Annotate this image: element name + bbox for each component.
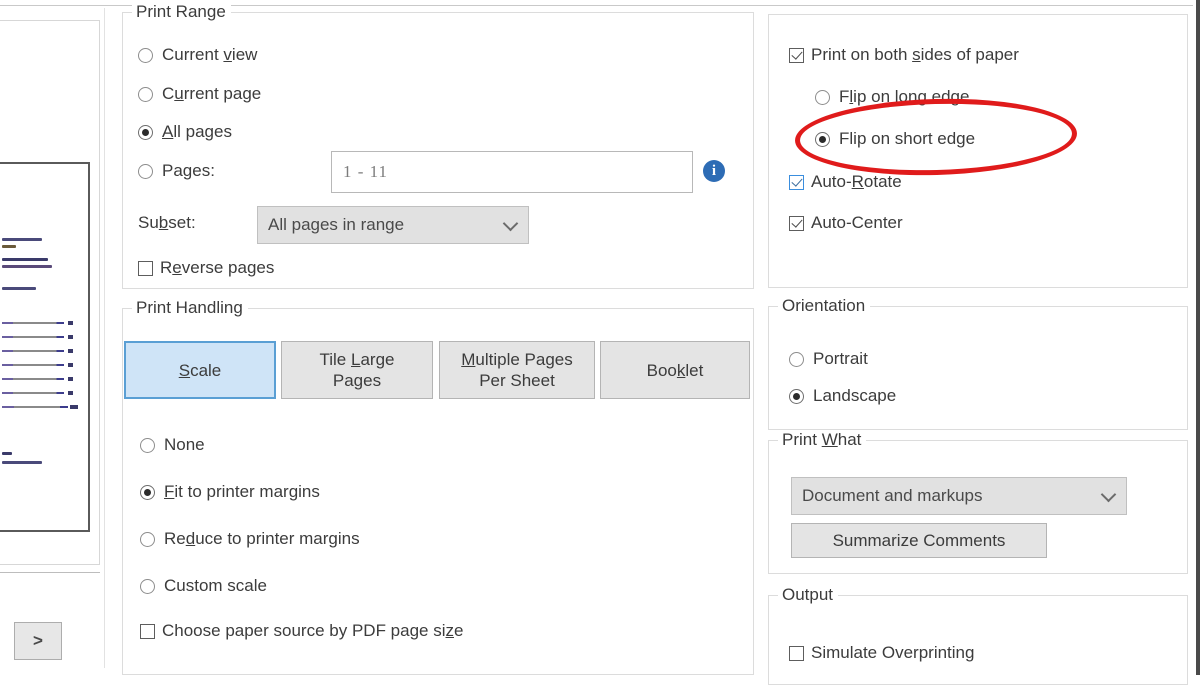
tab-tile-large-pages-label: Tile Large Pages — [319, 350, 395, 390]
radio-flip-long-edge-label: Flip on long edge — [839, 87, 970, 106]
radio-none-label: None — [164, 435, 205, 454]
checkbox-print-both-sides-label: Print on both sides of paper — [811, 45, 1019, 64]
checkbox-indicator[interactable] — [789, 47, 804, 63]
radio-indicator[interactable] — [138, 163, 153, 179]
column-separator — [104, 8, 105, 668]
radio-fit-to-printer-margins[interactable]: Fit to printer margins — [140, 482, 320, 502]
radio-indicator[interactable] — [140, 437, 155, 453]
print-range-title: Print Range — [132, 2, 231, 22]
checkbox-auto-rotate-label: Auto-Rotate — [811, 172, 902, 191]
radio-current-view[interactable]: Current view — [138, 45, 257, 65]
subset-dropdown-value: All pages in range — [268, 215, 405, 234]
preview-bottom-divider — [0, 572, 100, 573]
radio-fit-to-printer-margins-label: Fit to printer margins — [164, 482, 320, 501]
checkbox-auto-center-label: Auto-Center — [811, 213, 903, 232]
tab-booklet-label: Booklet — [646, 360, 704, 380]
radio-indicator[interactable] — [815, 131, 830, 147]
radio-indicator[interactable] — [815, 89, 830, 105]
preview-column: > — [0, 10, 100, 660]
summarize-comments-label: Summarize Comments — [832, 531, 1006, 550]
radio-indicator[interactable] — [789, 388, 804, 404]
radio-indicator[interactable] — [138, 47, 153, 63]
subset-dropdown[interactable]: All pages in range — [257, 206, 529, 244]
print-what-title: Print What — [778, 430, 867, 450]
checkbox-indicator[interactable] — [138, 260, 153, 276]
print-handling-title: Print Handling — [132, 298, 248, 318]
radio-indicator[interactable] — [138, 124, 153, 140]
checkbox-indicator[interactable] — [789, 174, 804, 190]
summarize-comments-button[interactable]: Summarize Comments — [791, 523, 1047, 558]
tab-tile-large-pages[interactable]: Tile Large Pages — [281, 341, 433, 399]
print-what-dropdown-value: Document and markups — [802, 486, 983, 505]
radio-indicator[interactable] — [140, 484, 155, 500]
checkbox-indicator[interactable] — [140, 623, 155, 639]
radio-flip-short-edge[interactable]: Flip on short edge — [815, 129, 975, 149]
tab-scale-label: Scale — [178, 360, 222, 380]
output-title: Output — [778, 585, 839, 605]
radio-all-pages[interactable]: All pages — [138, 122, 232, 142]
radio-reduce-to-printer-margins-label: Reduce to printer margins — [164, 529, 360, 548]
checkbox-simulate-overprinting-label: Simulate Overprinting — [811, 643, 975, 662]
radio-custom-scale-label: Custom scale — [164, 576, 267, 595]
checkbox-choose-paper-source-label: Choose paper source by PDF page size — [162, 621, 464, 640]
radio-all-pages-label: All pages — [162, 122, 232, 141]
radio-custom-scale[interactable]: Custom scale — [140, 576, 267, 596]
radio-indicator[interactable] — [140, 578, 155, 594]
orientation-title: Orientation — [778, 296, 871, 316]
next-page-button[interactable]: > — [14, 622, 62, 660]
checkbox-print-both-sides[interactable]: Print on both sides of paper — [789, 45, 1019, 65]
window-right-edge — [1196, 0, 1200, 675]
tab-booklet[interactable]: Booklet — [600, 341, 750, 399]
radio-indicator[interactable] — [789, 351, 804, 367]
radio-flip-short-edge-label: Flip on short edge — [839, 129, 976, 148]
radio-current-view-label: Current view — [162, 45, 258, 64]
radio-current-page[interactable]: Current page — [138, 84, 261, 104]
document-preview-thumbnail[interactable] — [0, 162, 90, 532]
radio-pages[interactable]: Pages: — [138, 161, 215, 181]
pages-range-input[interactable]: 1 - 11 — [331, 151, 693, 193]
checkbox-reverse-pages-label: Reverse pages — [160, 258, 275, 277]
radio-none[interactable]: None — [140, 435, 205, 455]
checkbox-simulate-overprinting[interactable]: Simulate Overprinting — [789, 643, 974, 663]
checkbox-indicator[interactable] — [789, 645, 804, 661]
radio-landscape[interactable]: Landscape — [789, 386, 896, 406]
output-group: Output — [768, 585, 1188, 685]
checkbox-choose-paper-source[interactable]: Choose paper source by PDF page size — [140, 621, 463, 641]
print-what-dropdown[interactable]: Document and markups — [791, 477, 1127, 515]
print-dialog-screenshot: > Print Range Current view Current page … — [0, 0, 1200, 685]
radio-portrait-label: Portrait — [813, 349, 868, 368]
radio-indicator[interactable] — [138, 86, 153, 102]
tab-multiple-pages-per-sheet-label: Multiple Pages Per Sheet — [461, 350, 573, 390]
radio-current-page-label: Current page — [162, 84, 262, 103]
radio-pages-label: Pages: — [162, 161, 215, 180]
radio-reduce-to-printer-margins[interactable]: Reduce to printer margins — [140, 529, 360, 549]
info-icon[interactable]: i — [703, 160, 725, 182]
chevron-down-icon — [505, 218, 516, 229]
checkbox-auto-center[interactable]: Auto-Center — [789, 213, 903, 233]
radio-landscape-label: Landscape — [813, 386, 897, 405]
chevron-down-icon — [1103, 489, 1114, 500]
tab-scale[interactable]: Scale — [124, 341, 276, 399]
checkbox-indicator[interactable] — [789, 215, 804, 231]
tab-multiple-pages-per-sheet[interactable]: Multiple Pages Per Sheet — [439, 341, 595, 399]
checkbox-auto-rotate[interactable]: Auto-Rotate — [789, 172, 902, 192]
radio-indicator[interactable] — [140, 531, 155, 547]
subset-label: Subset: — [138, 213, 196, 232]
radio-portrait[interactable]: Portrait — [789, 349, 868, 369]
checkbox-reverse-pages[interactable]: Reverse pages — [138, 258, 274, 278]
radio-flip-long-edge[interactable]: Flip on long edge — [815, 87, 969, 107]
